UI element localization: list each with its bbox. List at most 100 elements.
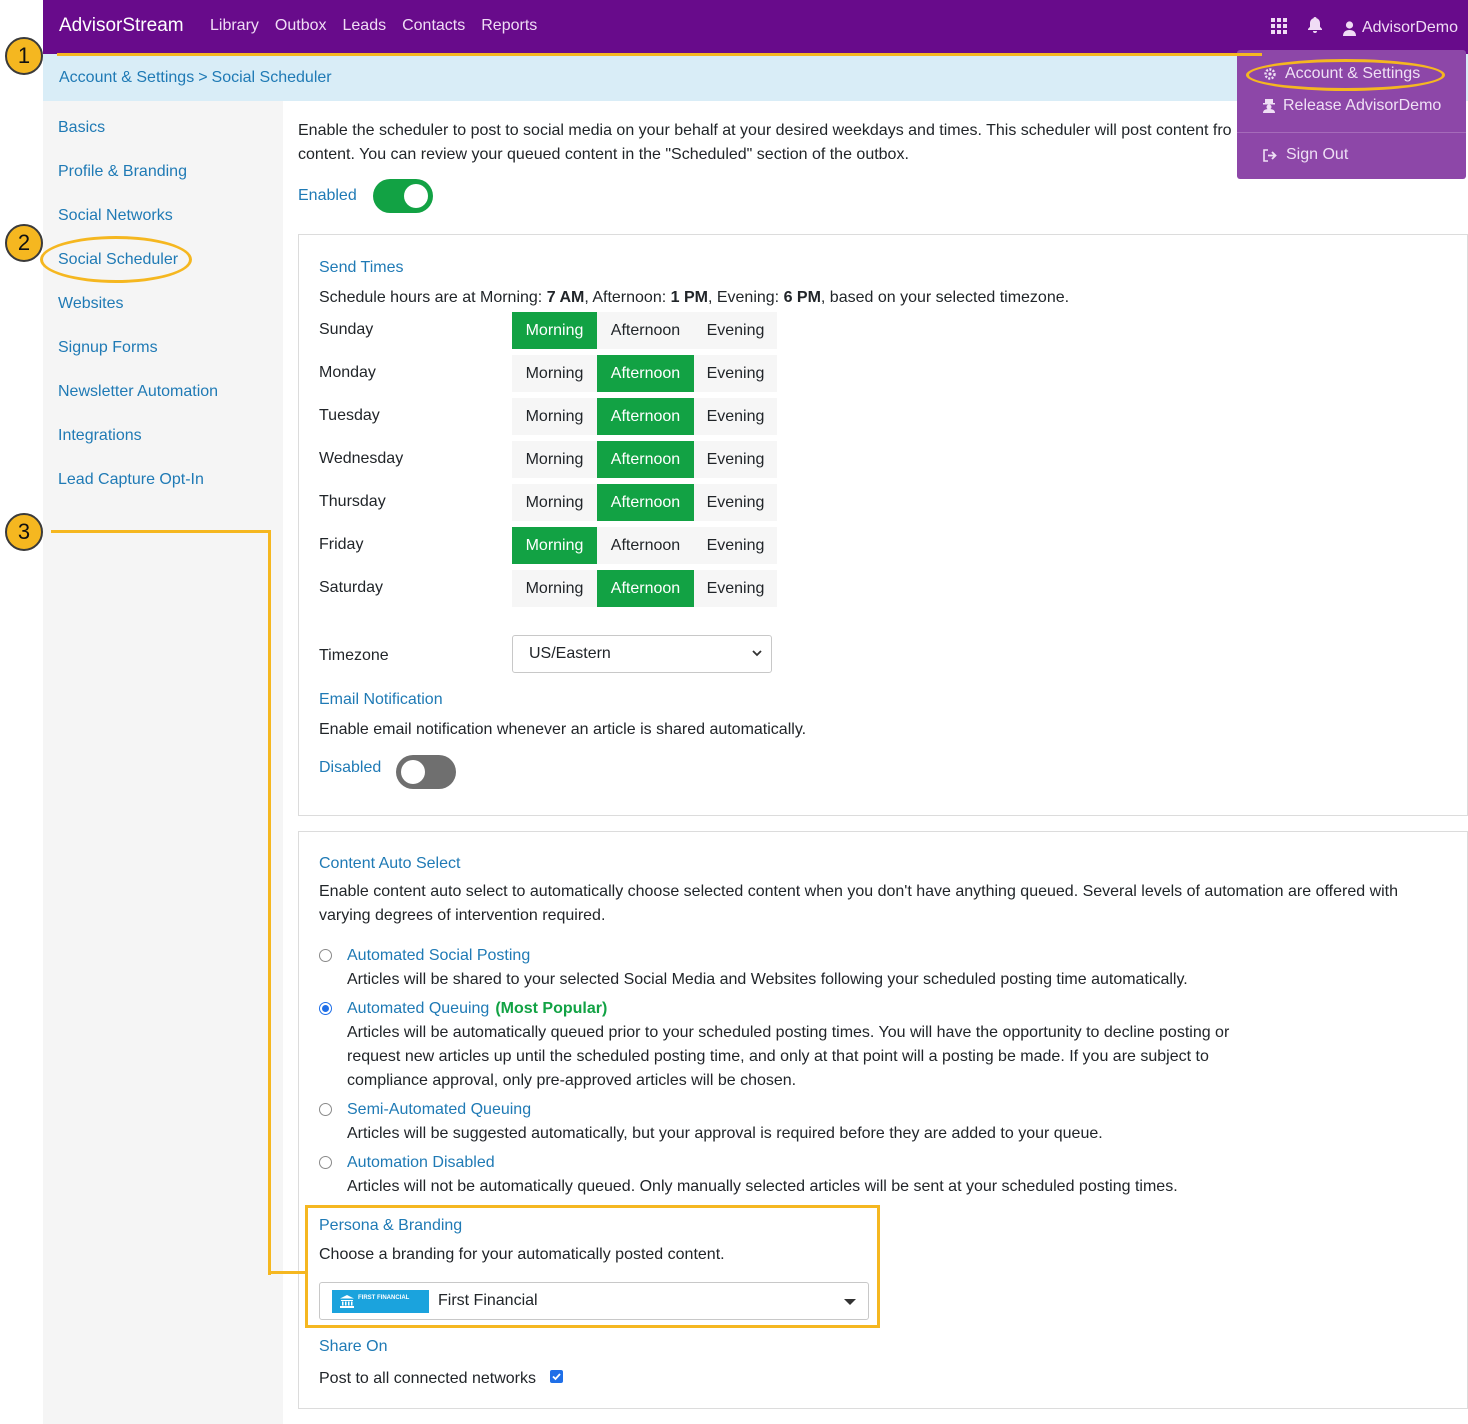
sidebar-item-lead-capture[interactable]: Lead Capture Opt-In <box>58 471 204 489</box>
morning-time: 7 AM <box>546 289 585 306</box>
chevron-down-icon <box>752 650 762 657</box>
evening-time: 6 PM <box>783 289 821 306</box>
sidebar-item-newsletter-automation[interactable]: Newsletter Automation <box>58 383 218 401</box>
slot-evening-button[interactable]: Evening <box>694 527 777 564</box>
slot-evening-button[interactable]: Evening <box>694 570 777 607</box>
slot-afternoon-button[interactable]: Afternoon <box>597 398 694 435</box>
menu-item-sign-out[interactable]: Sign Out <box>1263 146 1348 164</box>
desc-part: , Afternoon: <box>584 289 671 306</box>
nav-link-leads[interactable]: Leads <box>343 17 387 35</box>
post-all-networks-checkbox[interactable] <box>550 1370 563 1383</box>
nav-links: Library Outbox Leads Contacts Reports <box>210 17 537 35</box>
user-icon <box>1342 20 1356 36</box>
nav-right: AdvisorDemo <box>1270 17 1458 39</box>
slot-afternoon-button[interactable]: Afternoon <box>597 312 694 349</box>
sidebar-item-basics[interactable]: Basics <box>58 119 105 137</box>
sidebar: Basics Profile & Branding Social Network… <box>43 101 283 1424</box>
time-slot-group: Morning Afternoon Evening <box>512 398 777 435</box>
time-slot-group: Morning Afternoon Evening <box>512 441 777 478</box>
user-name: AdvisorDemo <box>1361 19 1458 36</box>
slot-morning-button[interactable]: Morning <box>512 441 597 478</box>
annotation-line-3b <box>268 530 271 1275</box>
option-desc: Articles will not be automatically queue… <box>347 1178 1178 1195</box>
time-slot-group: Morning Afternoon Evening <box>512 570 777 607</box>
day-row: Sunday Morning Afternoon Evening <box>319 312 779 350</box>
bell-icon[interactable] <box>1307 17 1323 39</box>
most-popular-badge: (Most Popular) <box>495 1000 608 1017</box>
send-times-desc: Schedule hours are at Morning: 7 AM, Aft… <box>319 286 1069 310</box>
annotation-line-1 <box>57 53 1262 56</box>
slot-morning-button[interactable]: Morning <box>512 312 597 349</box>
radio-automated-queuing[interactable] <box>319 1002 332 1015</box>
sign-out-icon <box>1263 148 1277 162</box>
breadcrumb-parent[interactable]: Account & Settings <box>59 69 194 87</box>
sidebar-item-social-networks[interactable]: Social Networks <box>58 207 173 225</box>
sidebar-item-profile-branding[interactable]: Profile & Branding <box>58 163 187 181</box>
day-row: Saturday Morning Afternoon Evening <box>319 570 779 608</box>
email-notification-desc: Enable email notification whenever an ar… <box>319 721 807 738</box>
option-title[interactable]: Automated Queuing (Most Popular) <box>347 1000 607 1018</box>
slot-afternoon-button[interactable]: Afternoon <box>597 484 694 521</box>
day-name: Tuesday <box>319 407 380 424</box>
day-row: Monday Morning Afternoon Evening <box>319 355 779 393</box>
scheduler-toggle[interactable] <box>372 179 433 213</box>
content-auto-select-title: Content Auto Select <box>319 855 461 872</box>
scheduler-intro: Enable the scheduler to post to social m… <box>298 122 1232 163</box>
day-row: Thursday Morning Afternoon Evening <box>319 484 779 522</box>
breadcrumb-current: Social Scheduler <box>211 69 332 86</box>
option-title[interactable]: Semi-Automated Queuing <box>347 1101 531 1119</box>
slot-evening-button[interactable]: Evening <box>694 355 777 392</box>
option-desc: Articles will be suggested automatically… <box>347 1125 1103 1142</box>
slot-afternoon-button[interactable]: Afternoon <box>597 441 694 478</box>
brand-logo[interactable]: AdvisorStream <box>59 15 184 37</box>
radio-semi-automated-queuing[interactable] <box>319 1103 332 1116</box>
slot-afternoon-button[interactable]: Afternoon <box>597 355 694 392</box>
scheduler-enabled-row: Enabled <box>298 179 433 213</box>
radio-automated-social-posting[interactable] <box>319 949 332 962</box>
nav-link-library[interactable]: Library <box>210 17 259 35</box>
nav-link-contacts[interactable]: Contacts <box>402 17 465 35</box>
highlight-account-settings <box>1246 59 1445 91</box>
sidebar-item-websites[interactable]: Websites <box>58 295 124 313</box>
annotation-line-3a <box>51 530 271 533</box>
content-auto-select-desc: Enable content auto select to automatica… <box>319 883 1399 924</box>
check-icon <box>552 1373 561 1381</box>
day-name: Sunday <box>319 321 374 338</box>
slot-morning-button[interactable]: Morning <box>512 484 597 521</box>
day-row: Tuesday Morning Afternoon Evening <box>319 398 779 436</box>
slot-evening-button[interactable]: Evening <box>694 398 777 435</box>
nav-link-outbox[interactable]: Outbox <box>275 17 327 35</box>
slot-morning-button[interactable]: Morning <box>512 355 597 392</box>
sidebar-item-integrations[interactable]: Integrations <box>58 427 142 445</box>
email-notification-toggle[interactable] <box>396 755 456 789</box>
slot-evening-button[interactable]: Evening <box>694 312 777 349</box>
apps-grid-icon[interactable] <box>1270 17 1287 39</box>
day-name: Thursday <box>319 493 386 510</box>
slot-morning-button[interactable]: Morning <box>512 527 597 564</box>
top-navbar: AdvisorStream Library Outbox Leads Conta… <box>43 0 1468 54</box>
slot-evening-button[interactable]: Evening <box>694 484 777 521</box>
breadcrumb: Account & Settings > Social Scheduler <box>59 69 332 87</box>
slot-afternoon-button[interactable]: Afternoon <box>597 570 694 607</box>
option-title-text: Automated Queuing <box>347 1000 490 1017</box>
radio-automation-disabled[interactable] <box>319 1156 332 1169</box>
option-title[interactable]: Automation Disabled <box>347 1154 495 1172</box>
timezone-select[interactable]: US/Eastern <box>512 635 772 673</box>
sidebar-item-signup-forms[interactable]: Signup Forms <box>58 339 158 357</box>
menu-item-label: Release AdvisorDemo <box>1283 97 1442 114</box>
slot-evening-button[interactable]: Evening <box>694 441 777 478</box>
menu-item-release[interactable]: Release AdvisorDemo <box>1263 97 1441 115</box>
desc-part: Schedule hours are at Morning: <box>319 289 547 306</box>
annotation-badge-1: 1 <box>5 37 43 75</box>
user-menu[interactable]: AdvisorDemo <box>1342 19 1458 37</box>
highlight-persona-branding <box>305 1205 880 1328</box>
time-slot-group: Morning Afternoon Evening <box>512 312 777 349</box>
slot-morning-button[interactable]: Morning <box>512 570 597 607</box>
slot-morning-button[interactable]: Morning <box>512 398 597 435</box>
user-secret-icon <box>1263 99 1275 113</box>
nav-link-reports[interactable]: Reports <box>481 17 537 35</box>
menu-item-label: Sign Out <box>1286 146 1349 163</box>
slot-afternoon-button[interactable]: Afternoon <box>597 527 694 564</box>
option-title[interactable]: Automated Social Posting <box>347 947 530 965</box>
annotation-badge-3: 3 <box>5 513 43 551</box>
